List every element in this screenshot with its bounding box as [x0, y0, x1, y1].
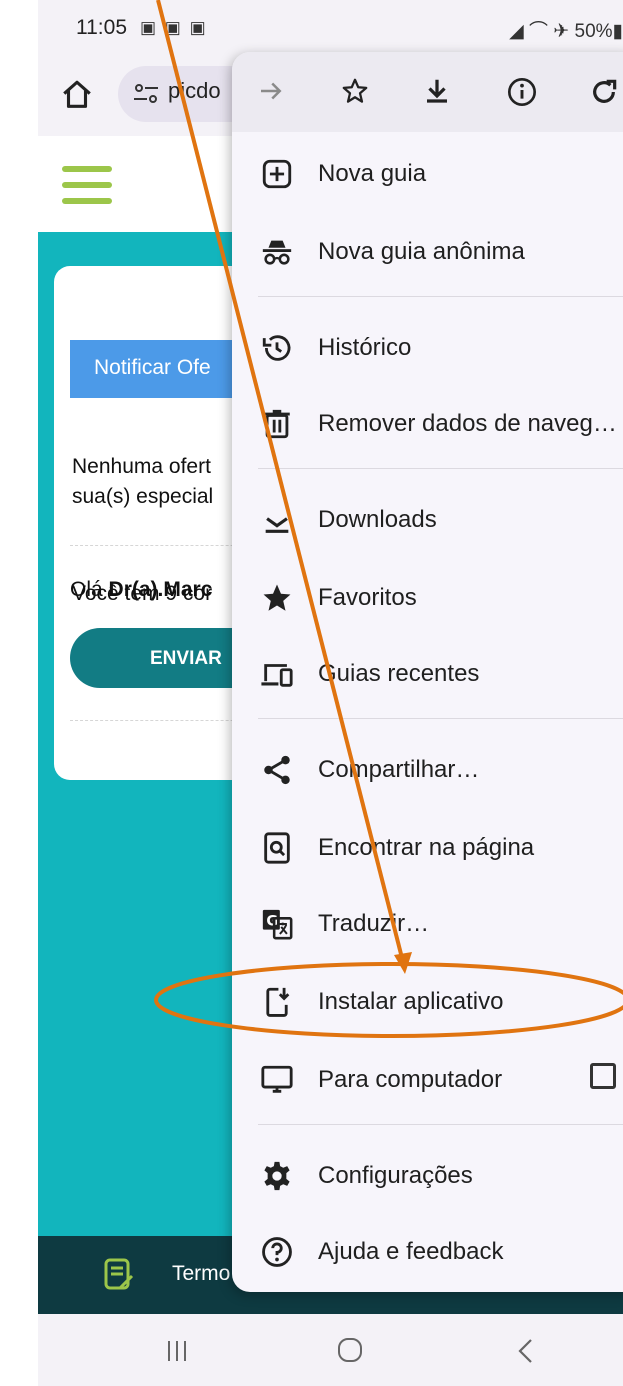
- menu-item-label: Para computador: [318, 1066, 503, 1093]
- url-text[interactable]: picdo: [168, 78, 221, 104]
- devices-icon: [261, 664, 293, 687]
- menu-item-new-tab[interactable]: Nova guia: [232, 138, 623, 208]
- incognito-icon: [262, 240, 292, 265]
- status-right: ◢ ⌒ ✈ 50%▮: [509, 16, 623, 43]
- battery-percent: 50%: [574, 21, 613, 42]
- back-icon[interactable]: [514, 1336, 538, 1366]
- star-icon[interactable]: [340, 76, 370, 106]
- terms-link[interactable]: Termo: [172, 1262, 230, 1286]
- trash-icon: [264, 409, 290, 439]
- notification-icons: ▣ ▣ ▣: [140, 18, 208, 37]
- menu-item-incognito[interactable]: Nova guia anônima: [232, 216, 623, 286]
- gear-icon: [264, 1161, 290, 1191]
- menu-item-share[interactable]: Compartilhar…: [232, 734, 623, 804]
- menu-item-clear-data[interactable]: Remover dados de naveg…: [232, 388, 623, 458]
- install-app-icon: [266, 987, 290, 1017]
- menu-item-label: Configurações: [318, 1162, 473, 1189]
- terms-document-icon: [104, 1258, 134, 1290]
- notify-offer-label: Notificar Ofe: [94, 356, 211, 379]
- menu-item-find[interactable]: Encontrar na página: [232, 812, 623, 882]
- menu-item-label: Favoritos: [318, 584, 417, 611]
- menu-separator: [258, 1124, 623, 1125]
- info-icon[interactable]: [506, 76, 538, 108]
- battery-icon: ▮: [612, 21, 623, 42]
- desktop-site-checkbox[interactable]: [590, 1063, 616, 1089]
- find-in-page-icon: [264, 832, 290, 864]
- menu-item-downloads[interactable]: Downloads: [232, 484, 623, 554]
- system-nav-bar: [38, 1314, 623, 1386]
- menu-item-label: Downloads: [318, 506, 437, 533]
- svg-text:G: G: [266, 913, 278, 929]
- menu-item-label: Guias recentes: [318, 660, 480, 687]
- status-bar: 11:05 ▣ ▣ ▣ ◢ ⌒ ✈ 50%▮: [38, 0, 623, 56]
- menu-item-label: Histórico: [318, 334, 412, 361]
- recent-apps-icon[interactable]: [164, 1338, 190, 1364]
- share-icon: [264, 755, 290, 785]
- menu-item-bookmarks[interactable]: Favoritos: [232, 562, 623, 632]
- menu-item-settings[interactable]: Configurações: [232, 1140, 623, 1210]
- status-time: 11:05: [76, 16, 127, 39]
- downloads-icon: [265, 517, 289, 533]
- menu-item-help[interactable]: Ajuda e feedback: [232, 1216, 623, 1286]
- signal-icon: ◢ ⌒ ✈: [509, 21, 575, 42]
- refresh-icon[interactable]: [588, 76, 620, 108]
- menu-item-install-app[interactable]: Instalar aplicativo: [232, 966, 623, 1036]
- menu-item-label: Remover dados de naveg…: [318, 410, 617, 437]
- browser-overflow-menu: Nova guia Nova guia anônima Histórico Re…: [232, 52, 623, 1292]
- forward-icon[interactable]: [256, 76, 286, 106]
- history-icon: [262, 335, 291, 361]
- menu-item-desktop-site[interactable]: Para computador: [232, 1044, 623, 1114]
- new-tab-icon: [262, 159, 292, 189]
- menu-separator: [258, 718, 623, 719]
- menu-separator: [258, 296, 623, 297]
- hamburger-menu-icon[interactable]: [62, 166, 112, 214]
- menu-item-label: Traduzir…: [318, 910, 430, 937]
- desktop-icon: [261, 1065, 293, 1093]
- menu-separator: [258, 468, 623, 469]
- menu-item-recent-tabs[interactable]: Guias recentes: [232, 638, 623, 708]
- star-filled-icon: [263, 584, 291, 611]
- phone-screen: 11:05 ▣ ▣ ▣ ◢ ⌒ ✈ 50%▮ picdo Olá Dr(a).M…: [38, 0, 623, 1386]
- download-icon[interactable]: [422, 76, 452, 106]
- menu-item-label: Encontrar na página: [318, 834, 535, 861]
- site-settings-icon[interactable]: [132, 82, 160, 106]
- menu-item-label: Ajuda e feedback: [318, 1238, 504, 1265]
- menu-item-translate[interactable]: G Traduzir…: [232, 888, 623, 958]
- menu-item-label: Nova guia anônima: [318, 238, 525, 265]
- menu-item-label: Instalar aplicativo: [318, 988, 504, 1015]
- menu-toolbar: [232, 52, 623, 132]
- help-icon: [262, 1237, 292, 1267]
- home-button-icon[interactable]: [336, 1336, 364, 1364]
- menu-item-label: Nova guia: [318, 160, 427, 187]
- menu-item-history[interactable]: Histórico: [232, 312, 623, 382]
- menu-item-label: Compartilhar…: [318, 756, 480, 783]
- home-icon[interactable]: [60, 78, 94, 112]
- send-button-label: ENVIAR: [150, 648, 222, 669]
- consults-text: Você tem 9 cor: [72, 582, 213, 605]
- translate-icon: G: [262, 909, 293, 940]
